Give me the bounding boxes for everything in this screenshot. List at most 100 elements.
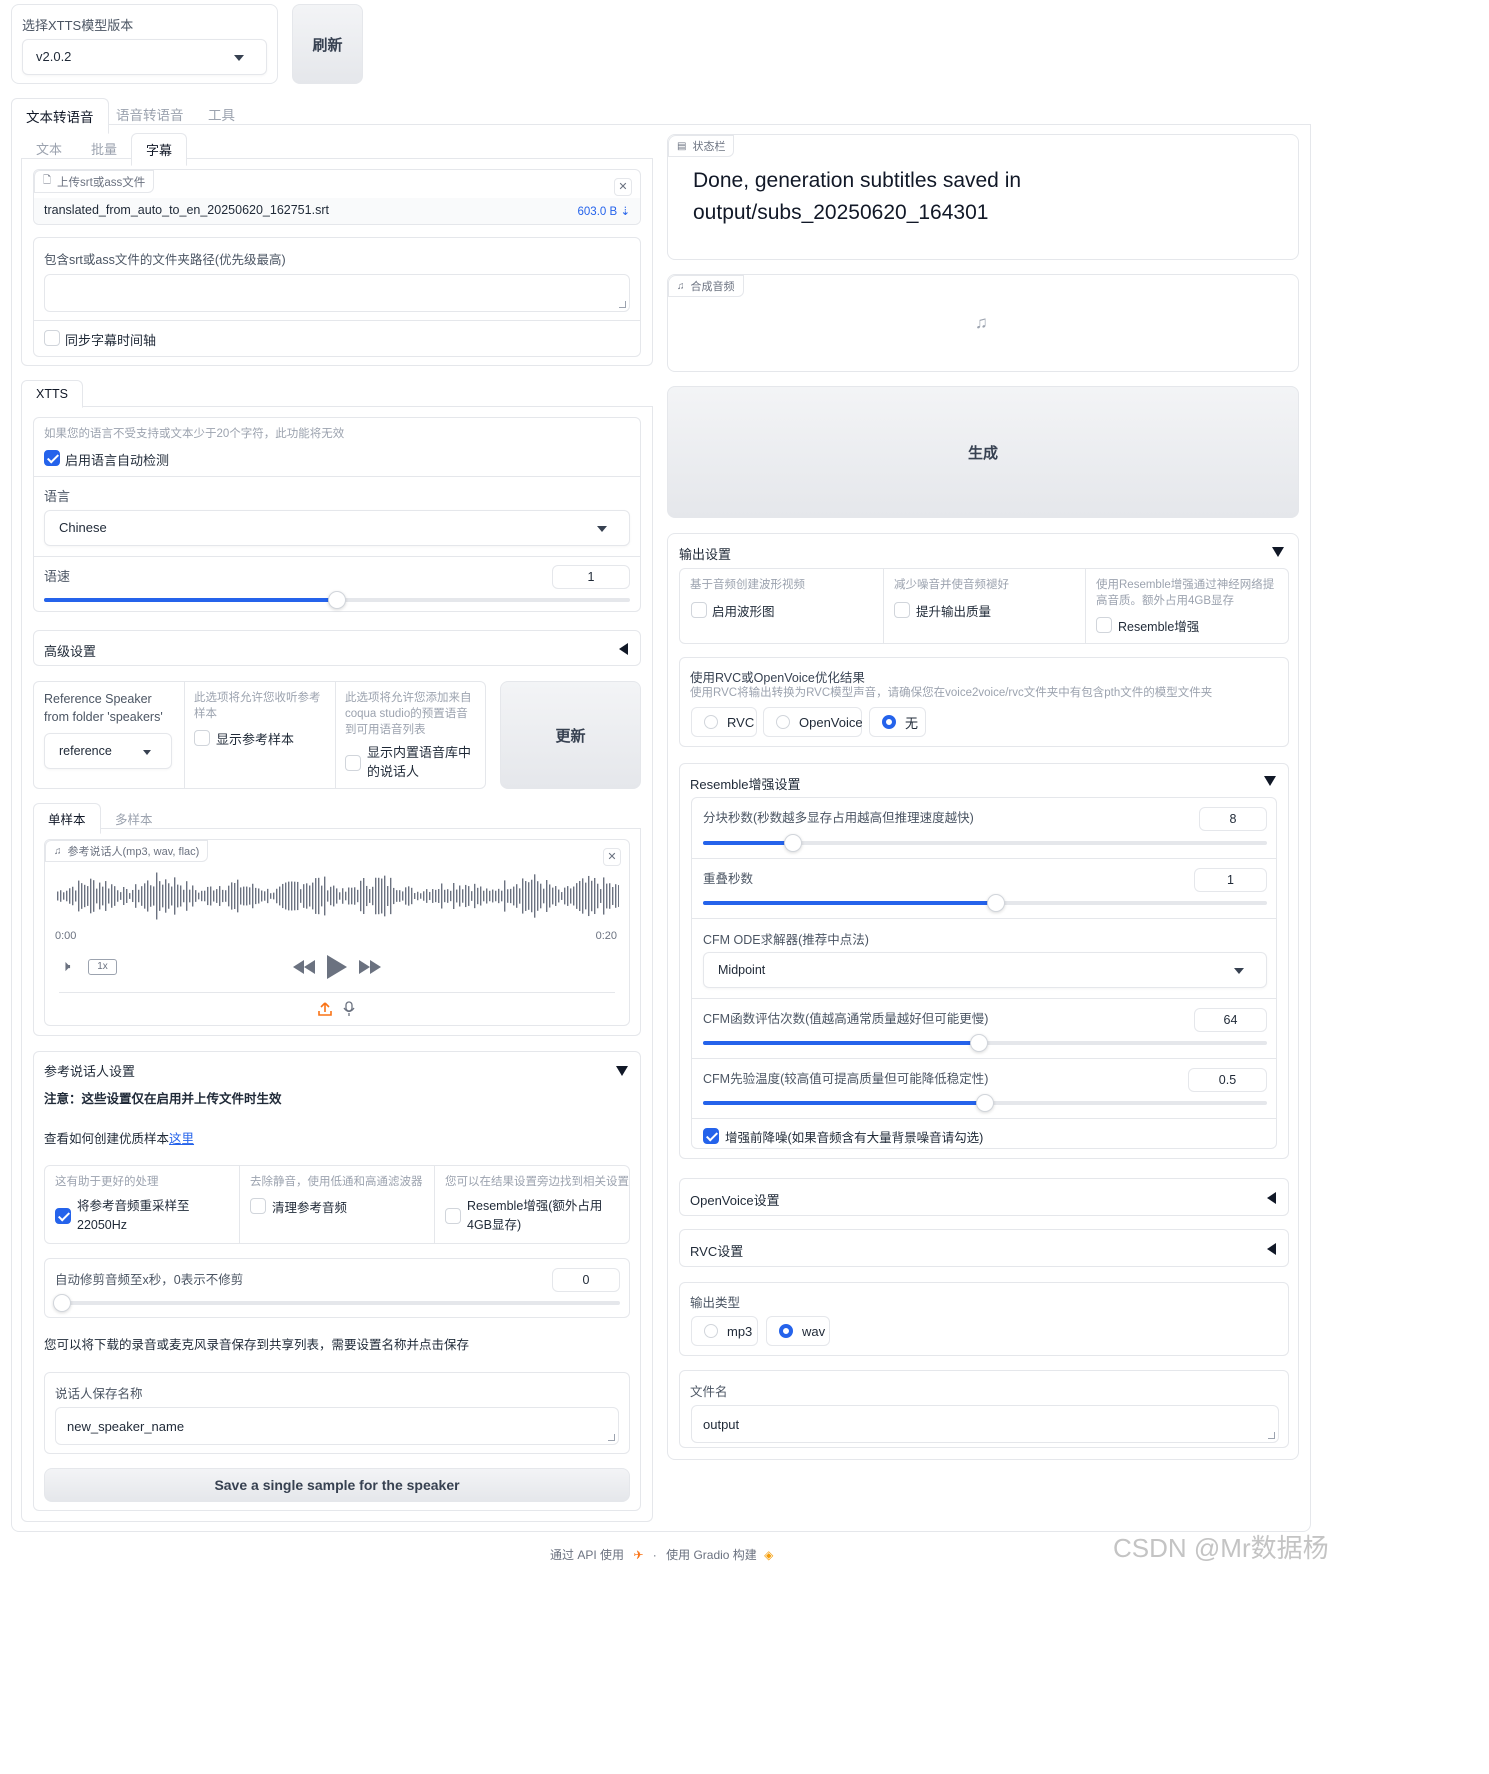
- speed-number-input[interactable]: 1: [552, 565, 630, 589]
- overlap-slider-thumb[interactable]: [987, 894, 1006, 912]
- waveform-bar: [168, 883, 170, 909]
- collapse-down-icon[interactable]: [616, 1066, 628, 1076]
- chunk-slider-thumb[interactable]: [784, 834, 803, 852]
- resemble-ref-checkbox[interactable]: [445, 1208, 461, 1224]
- rvc-settings-label: RVC设置: [690, 1244, 744, 1259]
- trim-slider-thumb[interactable]: [53, 1294, 71, 1312]
- show-ref-checkbox[interactable]: [194, 730, 210, 746]
- chunk-slider[interactable]: [703, 834, 1267, 852]
- nfe-slider[interactable]: [703, 1034, 1267, 1052]
- tab-xtts[interactable]: XTTS: [21, 380, 83, 408]
- language-dropdown[interactable]: Chinese: [44, 510, 630, 546]
- nfe-slider-thumb[interactable]: [970, 1034, 989, 1052]
- waveform-bar: [594, 877, 596, 915]
- quality-hint: 减少噪音并使音频褪好: [894, 579, 1009, 591]
- uploaded-file-size[interactable]: 603.0 B ⇣: [578, 204, 630, 218]
- tab-voice-to-voice[interactable]: 语音转语音: [116, 104, 184, 124]
- filename-input[interactable]: output: [691, 1405, 1279, 1443]
- waveform-bar: [252, 883, 254, 909]
- resemble-sep-2: [692, 918, 1276, 919]
- waveform-bar: [327, 890, 329, 902]
- tab-text[interactable]: 文本: [36, 139, 62, 158]
- tab-multi-sample[interactable]: 多样本: [115, 809, 153, 828]
- waveform-bar: [132, 889, 134, 903]
- status-text: Done, generation subtitles saved in outp…: [693, 169, 1022, 224]
- resemble-output-checkbox[interactable]: [1096, 617, 1112, 633]
- reference-speaker-settings: 参考说话人设置 注意：这些设置仅在启用并上传文件时生效 查看如何创建优质样本这里…: [33, 1051, 641, 1511]
- speed-slider-thumb[interactable]: [328, 591, 346, 609]
- generate-button[interactable]: 生成: [667, 386, 1299, 518]
- denoise-checkbox[interactable]: [703, 1128, 719, 1144]
- waveform-bar: [147, 880, 149, 912]
- waveform-bar: [93, 880, 95, 912]
- resemble-settings-title[interactable]: Resemble增强设置: [690, 774, 801, 793]
- volume-icon[interactable]: 🕨: [61, 958, 70, 975]
- chunk-number-input[interactable]: 8: [1199, 807, 1267, 831]
- folder-path-input[interactable]: [44, 274, 630, 312]
- waveform[interactable]: [55, 870, 619, 922]
- uploaded-file-row[interactable]: translated_from_auto_to_en_20250620_1627…: [34, 198, 640, 224]
- openvoice-settings-accordion[interactable]: OpenVoice设置: [679, 1178, 1289, 1216]
- sync-timeline-checkbox[interactable]: [44, 330, 60, 346]
- fast-forward-icon[interactable]: [359, 960, 381, 974]
- playback-speed-button[interactable]: 1x: [88, 959, 117, 975]
- speaker-reference-label: Reference Speaker from folder 'speakers': [44, 692, 163, 724]
- refresh-button[interactable]: 刷新: [292, 4, 363, 84]
- music-note-icon: ♫: [54, 845, 62, 857]
- gradio-link[interactable]: 使用 Gradio 构建: [666, 1548, 757, 1562]
- play-icon[interactable]: [327, 955, 347, 979]
- ref-settings-title[interactable]: 参考说话人设置: [44, 1061, 135, 1080]
- none-option[interactable]: 无: [869, 707, 926, 737]
- advanced-settings-accordion[interactable]: 高级设置: [33, 630, 641, 666]
- waveform-bar: [420, 893, 422, 899]
- waveform-bar: [399, 890, 401, 902]
- overlap-slider[interactable]: [703, 894, 1267, 912]
- temperature-slider-thumb[interactable]: [976, 1094, 994, 1112]
- trim-slider[interactable]: [53, 1294, 620, 1312]
- howto-link[interactable]: 这里: [169, 1132, 194, 1146]
- waveform-bar: [204, 890, 206, 902]
- temperature-number-input[interactable]: 0.5: [1188, 1068, 1267, 1092]
- speaker-name-input[interactable]: new_speaker_name: [55, 1407, 619, 1445]
- speaker-name-label: 说话人保存名称: [55, 1387, 143, 1401]
- show-builtin-checkbox[interactable]: [345, 755, 361, 771]
- clear-file-button[interactable]: ✕: [614, 178, 632, 196]
- collapse-down-icon[interactable]: [1264, 776, 1276, 786]
- overlap-label: 重叠秒数: [703, 872, 754, 886]
- rewind-icon[interactable]: [293, 960, 315, 974]
- overlap-number-input[interactable]: 1: [1194, 868, 1267, 892]
- api-link[interactable]: 通过 API 使用: [550, 1548, 624, 1562]
- temperature-slider[interactable]: [703, 1094, 1267, 1112]
- waveform-bar: [180, 885, 182, 907]
- clear-audio-button[interactable]: ✕: [603, 848, 621, 866]
- output-settings-title[interactable]: 输出设置: [679, 544, 731, 563]
- resample-checkbox[interactable]: [55, 1208, 71, 1224]
- clean-audio-checkbox[interactable]: [250, 1198, 266, 1214]
- upload-icon[interactable]: [318, 1002, 332, 1016]
- quality-checkbox[interactable]: [894, 602, 910, 618]
- autodetect-checkbox[interactable]: [44, 450, 60, 466]
- denoise-label: 增强前降噪(如果音频含有大量背景噪音请勾选): [725, 1131, 984, 1145]
- waveform-bar: [567, 886, 569, 906]
- waveform-checkbox[interactable]: [691, 602, 707, 618]
- speed-slider[interactable]: [44, 591, 630, 609]
- collapse-down-icon[interactable]: [1272, 547, 1284, 557]
- collapse-left-icon: [1267, 1192, 1276, 1204]
- openvoice-option[interactable]: OpenVoice: [763, 707, 863, 737]
- update-button[interactable]: 更新: [500, 681, 641, 789]
- waveform-bar: [414, 893, 416, 899]
- tab-batch[interactable]: 批量: [91, 139, 117, 158]
- solver-dropdown[interactable]: Midpoint: [703, 952, 1267, 988]
- rvc-settings-accordion[interactable]: RVC设置: [679, 1229, 1289, 1267]
- solver-value: Midpoint: [718, 963, 766, 977]
- model-version-dropdown[interactable]: v2.0.2: [22, 39, 267, 75]
- nfe-number-input[interactable]: 64: [1194, 1008, 1267, 1032]
- microphone-icon[interactable]: [343, 1001, 355, 1017]
- rvc-option[interactable]: RVC: [691, 707, 757, 737]
- wav-option[interactable]: wav: [766, 1316, 830, 1346]
- save-sample-button[interactable]: Save a single sample for the speaker: [44, 1468, 630, 1502]
- mp3-option[interactable]: mp3: [691, 1316, 758, 1346]
- trim-number-input[interactable]: 0: [552, 1268, 620, 1292]
- speaker-reference-dropdown[interactable]: reference: [44, 733, 172, 769]
- tab-tools[interactable]: 工具: [208, 104, 235, 124]
